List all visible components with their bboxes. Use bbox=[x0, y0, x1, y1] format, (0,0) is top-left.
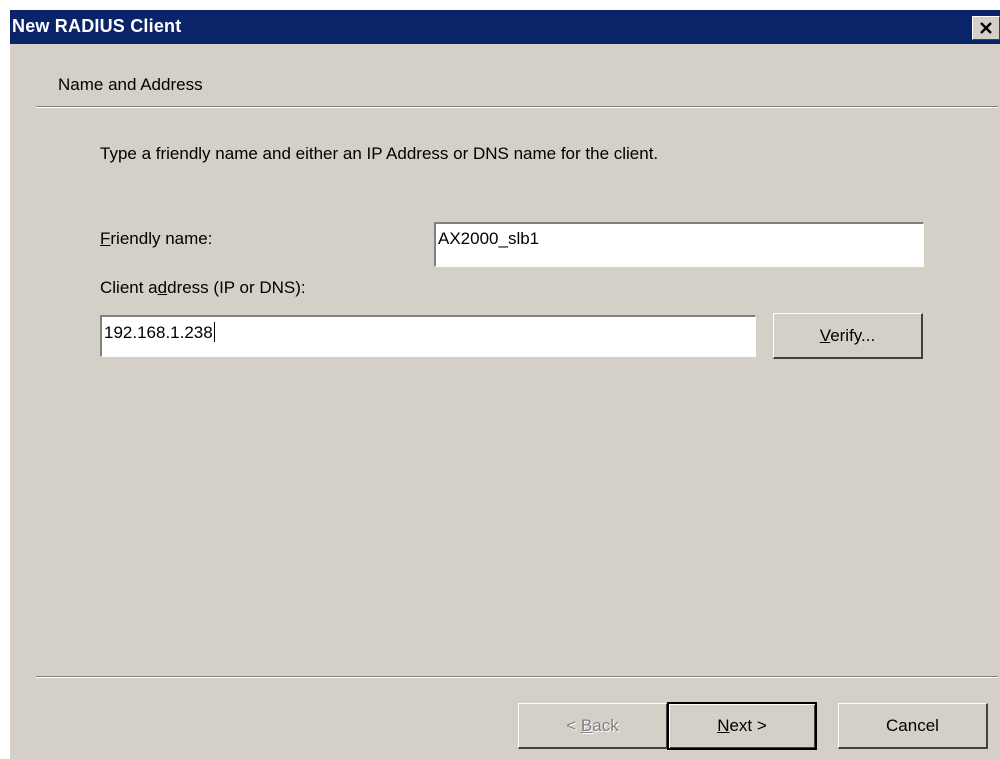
client-address-input[interactable]: 192.168.1.238 bbox=[100, 315, 756, 357]
next-button[interactable]: Next > bbox=[667, 702, 817, 750]
window-title: New RADIUS Client bbox=[12, 16, 182, 36]
new-radius-client-dialog: New RADIUS Client Name and Address Type … bbox=[10, 10, 1000, 759]
page-title: Name and Address bbox=[58, 75, 203, 94]
friendly-name-input[interactable]: AX2000_slb1 bbox=[434, 222, 924, 267]
text-caret bbox=[213, 322, 215, 342]
close-icon bbox=[980, 22, 992, 34]
client-address-label: Client address (IP or DNS): bbox=[100, 278, 306, 297]
back-button[interactable]: < Back bbox=[518, 703, 668, 749]
verify-button[interactable]: Verify... bbox=[773, 313, 923, 359]
instruction-text: Type a friendly name and either an IP Ad… bbox=[100, 144, 659, 163]
close-button[interactable] bbox=[972, 16, 1000, 40]
client-address-value: 192.168.1.238 bbox=[104, 323, 213, 342]
footer-divider bbox=[36, 676, 998, 678]
title-bar: New RADIUS Client bbox=[10, 10, 1000, 44]
friendly-name-value: AX2000_slb1 bbox=[438, 229, 540, 248]
friendly-name-label: Friendly name: bbox=[100, 229, 213, 248]
header-divider bbox=[36, 106, 998, 108]
cancel-button[interactable]: Cancel bbox=[838, 703, 988, 749]
